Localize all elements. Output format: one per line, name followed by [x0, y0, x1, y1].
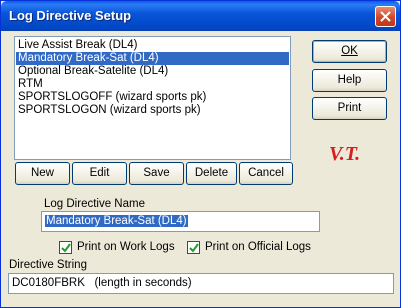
list-item-selected[interactable]: Mandatory Break-Sat (DL4) [16, 52, 289, 65]
help-button-label: Help [337, 74, 362, 86]
window-title: Log Directive Setup [9, 8, 132, 23]
ok-button[interactable]: OK [312, 40, 387, 63]
cancel-button[interactable]: Cancel [239, 162, 293, 185]
directive-listbox[interactable]: Live Assist Break (DL4) Mandatory Break-… [14, 36, 291, 160]
log-directive-setup-dialog: Log Directive Setup Live Assist Break (D… [0, 0, 401, 308]
delete-button[interactable]: Delete [186, 162, 237, 185]
vt-logo-text: V.T. [329, 143, 360, 165]
print-work-logs-checkbox[interactable] [59, 241, 72, 254]
cancel-button-label: Cancel [248, 167, 284, 179]
close-button[interactable] [375, 6, 396, 27]
vt-logo: V.T. [329, 143, 360, 165]
title-bar[interactable]: Log Directive Setup [1, 1, 400, 31]
list-item[interactable]: SPORTSLOGON (wizard sports pk) [16, 104, 201, 117]
print-official-logs-checkbox[interactable] [187, 241, 200, 254]
save-button-label: Save [143, 167, 170, 179]
ok-button-label: OK [341, 45, 358, 57]
list-item[interactable]: RTM [16, 78, 43, 91]
directive-string-label: Directive String [9, 259, 87, 271]
list-item[interactable]: Optional Break-Satelite (DL4) [16, 65, 168, 78]
directive-string-input[interactable]: DC0180FBRK (length in seconds) [8, 273, 394, 294]
edit-button-label: Edit [89, 167, 110, 179]
print-work-logs-label[interactable]: Print on Work Logs [77, 241, 175, 253]
edit-button[interactable]: Edit [72, 162, 127, 185]
print-button-label: Print [337, 102, 362, 114]
new-button[interactable]: New [15, 162, 70, 185]
checkmark-icon [189, 243, 199, 253]
directive-name-value: Mandatory Break-Sat (DL4) [45, 215, 188, 227]
list-item[interactable]: Live Assist Break (DL4) [16, 39, 138, 52]
save-button[interactable]: Save [129, 162, 184, 185]
print-official-logs-label[interactable]: Print on Official Logs [205, 241, 311, 253]
directive-name-input[interactable]: Mandatory Break-Sat (DL4) [41, 211, 320, 232]
delete-button-label: Delete [194, 167, 229, 179]
close-icon [380, 11, 391, 22]
new-button-label: New [30, 167, 54, 179]
checkmark-icon [61, 243, 71, 253]
list-item[interactable]: SPORTSLOGOFF (wizard sports pk) [16, 91, 206, 104]
help-button[interactable]: Help [312, 69, 387, 92]
print-button[interactable]: Print [312, 97, 387, 120]
name-field-label: Log Directive Name [44, 198, 145, 210]
